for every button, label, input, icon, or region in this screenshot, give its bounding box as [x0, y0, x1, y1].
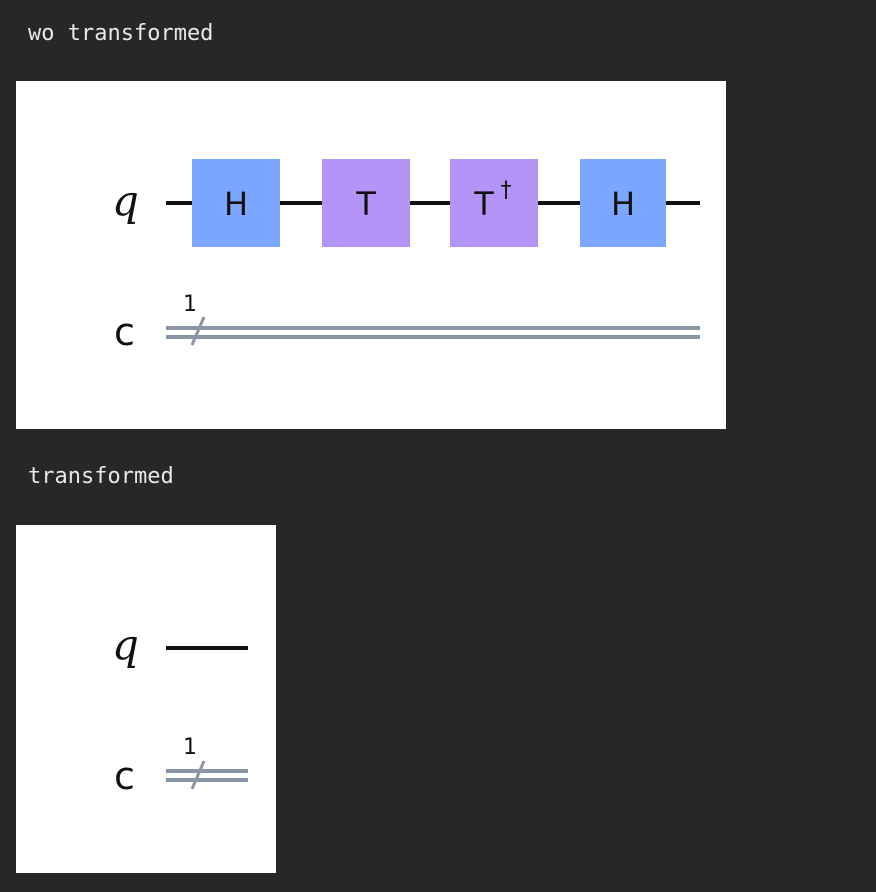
classical-register-label: c [114, 310, 135, 354]
quantum-register-label: q [112, 176, 139, 225]
gate-h: H [580, 159, 666, 247]
circuit-figure: q c 1 [16, 525, 276, 873]
bundle-slash [190, 760, 206, 790]
gate-t: T [322, 159, 410, 247]
quantum-register-label: q [112, 620, 139, 669]
circuit-diagram: q H T T † H c 1 [112, 159, 700, 354]
circuit-figure: q H T T † H c 1 [16, 81, 726, 429]
output-caption: wo transformed [28, 21, 214, 46]
classical-width-label: 1 [183, 735, 197, 760]
output-caption: transformed [28, 464, 174, 489]
bundle-slash [190, 316, 206, 346]
circuit-diagram: q c 1 [112, 620, 248, 798]
gate-h: H [192, 159, 280, 247]
classical-width-label: 1 [183, 292, 197, 317]
notebook-output-area: wo transformed q H T T † H c 1 transform… [0, 0, 876, 892]
gate-label: H [611, 185, 635, 223]
gate-superscript: † [501, 178, 512, 203]
gate-label: T [473, 185, 494, 223]
gate-label: H [224, 185, 248, 223]
gate-tdg: T † [450, 159, 538, 247]
classical-register-label: c [114, 754, 135, 798]
gate-box [450, 159, 538, 247]
gate-label: T [355, 185, 376, 223]
